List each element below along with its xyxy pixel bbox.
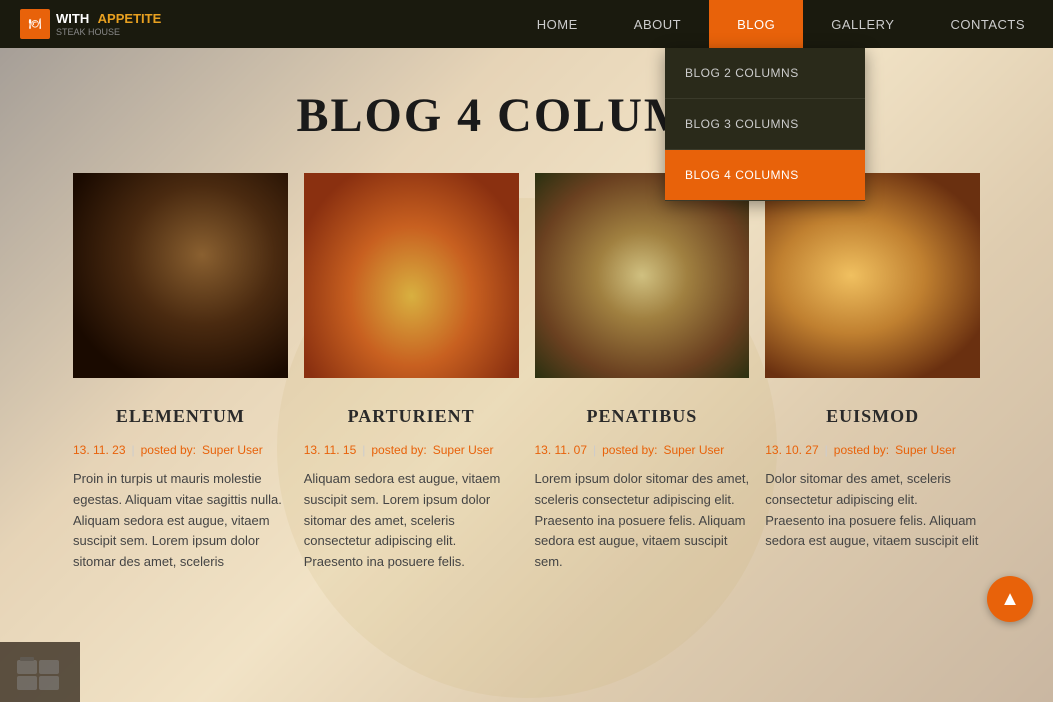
logo-text: WITH APPETITE STEAK HOUSE: [56, 10, 161, 37]
separator-1: |: [132, 443, 135, 457]
dropdown-blog-2-columns[interactable]: BLOG 2 COLUMNS: [665, 48, 865, 99]
nav-contacts[interactable]: CONTACTS: [922, 0, 1053, 48]
author-4: Super User: [895, 443, 956, 457]
page-area: BLOG 4 COLUMNS ELEMENTUM 13. 11. 23 | po…: [0, 48, 1053, 702]
dropdown-blog-4-columns[interactable]: BLOG 4 COLUMNS: [665, 150, 865, 201]
page-title: BLOG 4 COLUMNS: [0, 88, 1053, 143]
blog-date-1: 13. 11. 23: [73, 443, 126, 457]
logo-icon: 🍽: [20, 9, 50, 39]
author-3: Super User: [664, 443, 725, 457]
posted-by-label-3: posted by:: [602, 443, 657, 457]
blog-excerpt-3: Lorem ipsum dolor sitomar des amet, scel…: [535, 469, 750, 573]
blog-excerpt-2: Aliquam sedora est augue, vitaem suscipi…: [304, 469, 519, 573]
author-1: Super User: [202, 443, 263, 457]
author-2: Super User: [433, 443, 494, 457]
logo-sub: STEAK HOUSE: [56, 28, 161, 38]
blog-card-title-1: ELEMENTUM: [73, 406, 288, 427]
nav-home[interactable]: HOME: [509, 0, 606, 48]
posted-by-label-2: posted by:: [371, 443, 426, 457]
blog-image-3[interactable]: [535, 173, 750, 378]
blog-image-2[interactable]: [304, 173, 519, 378]
blog-card-title-4: EUISMOD: [765, 406, 980, 427]
logo-with: WITH: [56, 11, 89, 26]
blog-date-4: 13. 10. 27: [765, 443, 818, 457]
blog-card-3: PENATIBUS 13. 11. 07 | posted by: Super …: [527, 173, 758, 573]
blog-image-1[interactable]: [73, 173, 288, 378]
blog-card-1: ELEMENTUM 13. 11. 23 | posted by: Super …: [65, 173, 296, 573]
blog-excerpt-1: Proin in turpis ut mauris molestie egest…: [73, 469, 288, 573]
blog-date-3: 13. 11. 07: [535, 443, 588, 457]
bottom-left-element: [0, 642, 80, 702]
blog-card-title-3: PENATIBUS: [535, 406, 750, 427]
blog-card-2: PARTURIENT 13. 11. 15 | posted by: Super…: [296, 173, 527, 573]
blog-dropdown: BLOG 2 COLUMNS BLOG 3 COLUMNS BLOG 4 COL…: [665, 48, 865, 201]
posted-by-label-4: posted by:: [834, 443, 889, 457]
scroll-top-button[interactable]: ▲: [987, 576, 1033, 622]
blog-meta-1: 13. 11. 23 | posted by: Super User: [73, 443, 288, 457]
dropdown-blog-3-columns[interactable]: BLOG 3 COLUMNS: [665, 99, 865, 150]
blog-date-2: 13. 11. 15: [304, 443, 357, 457]
nav-links: HOME ABOUT BLOG GALLERY CONTACTS: [509, 0, 1053, 48]
blog-meta-2: 13. 11. 15 | posted by: Super User: [304, 443, 519, 457]
blog-card-4: EUISMOD 13. 10. 27 | posted by: Super Us…: [757, 173, 988, 573]
blog-card-title-2: PARTURIENT: [304, 406, 519, 427]
separator-4: |: [825, 443, 828, 457]
nav-blog[interactable]: BLOG: [709, 0, 803, 48]
logo-appetite: APPETITE: [98, 11, 162, 26]
blog-excerpt-4: Dolor sitomar des amet, sceleris consect…: [765, 469, 980, 552]
blog-meta-3: 13. 11. 07 | posted by: Super User: [535, 443, 750, 457]
page-title-area: BLOG 4 COLUMNS: [0, 48, 1053, 173]
blog-grid: ELEMENTUM 13. 11. 23 | posted by: Super …: [0, 173, 1053, 573]
nav-gallery[interactable]: GALLERY: [803, 0, 922, 48]
separator-2: |: [362, 443, 365, 457]
nav-about[interactable]: ABOUT: [606, 0, 709, 48]
blog-meta-4: 13. 10. 27 | posted by: Super User: [765, 443, 980, 457]
logo[interactable]: 🍽 WITH APPETITE STEAK HOUSE: [0, 9, 181, 39]
separator-3: |: [593, 443, 596, 457]
navigation: 🍽 WITH APPETITE STEAK HOUSE HOME ABOUT B…: [0, 0, 1053, 48]
blog-image-4[interactable]: [765, 173, 980, 378]
posted-by-label-1: posted by:: [141, 443, 196, 457]
bottom-icon: [0, 642, 80, 702]
